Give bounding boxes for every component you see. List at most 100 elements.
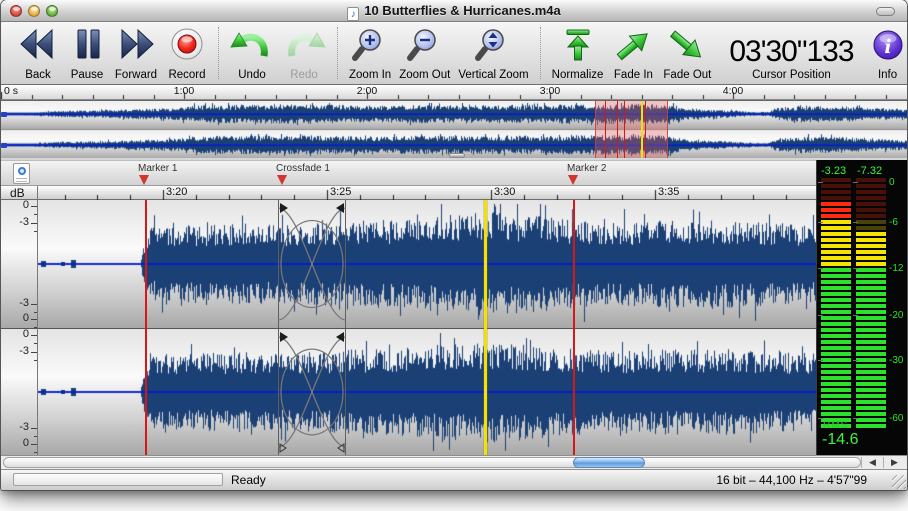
- db-scale-tick: [31, 223, 37, 224]
- title-bar[interactable]: ♪10 Butterflies & Hurricanes.m4a: [1, 0, 907, 22]
- scroll-left-arrow[interactable]: ◀: [861, 457, 883, 468]
- db-scale-minor-tick: [34, 436, 37, 437]
- meter-segment: [856, 388, 886, 392]
- meter-segment: [856, 202, 886, 206]
- cursor-position-display: 03'30"133 Cursor Position: [729, 36, 853, 81]
- meter-scale-tick: [818, 268, 823, 269]
- back-button[interactable]: Back: [11, 25, 65, 81]
- db-scale-tick: [31, 335, 37, 336]
- zoom-out-label: Zoom Out: [399, 69, 450, 81]
- time-ruler-label: 3:35: [658, 186, 679, 198]
- meter-segment: [856, 316, 886, 320]
- time-ruler-label: 3:25: [330, 186, 351, 198]
- pause-label: Pause: [71, 69, 104, 81]
- meter-segment: [856, 406, 886, 410]
- meter-segment: [856, 400, 886, 404]
- marker-triangle-icon[interactable]: [139, 175, 149, 185]
- overview-waveform[interactable]: [1, 100, 907, 158]
- crossfade-envelope[interactable]: [278, 200, 346, 455]
- meter-segment: [856, 310, 886, 314]
- vertical-zoom-icon: [473, 27, 513, 68]
- overview-ruler-label: 2:00: [353, 85, 381, 97]
- meter-scale-label: 0: [889, 177, 895, 188]
- db-scale-minor-tick: [34, 343, 37, 344]
- meter-segment: [856, 274, 886, 278]
- zoom-out-icon: [405, 27, 445, 68]
- scrollbar-thumb[interactable]: [573, 457, 645, 468]
- redo-label: Redo: [290, 69, 318, 81]
- overview-ruler-label: 4:00: [719, 85, 747, 97]
- meter-segment: [821, 340, 851, 344]
- meter-segment: [821, 322, 851, 326]
- meter-segment: [856, 364, 886, 368]
- clip-speaker-icon: [18, 167, 26, 175]
- meter-segment: [856, 298, 886, 302]
- zoom-out-button[interactable]: Zoom Out: [395, 25, 454, 81]
- scroll-right-arrow[interactable]: ▶: [883, 457, 905, 468]
- meter-segment: [821, 412, 851, 416]
- info-button[interactable]: i Info: [864, 25, 907, 81]
- meter-scale-tick: [853, 268, 858, 269]
- undo-button[interactable]: Undo: [226, 25, 278, 81]
- db-scale-minor-tick: [34, 327, 37, 328]
- peak-value-right: -7.32: [857, 165, 882, 177]
- time-ruler[interactable]: dB 3:203:253:303:35: [1, 186, 816, 200]
- toolbar-divider: [337, 27, 338, 79]
- toolbar: Back Pause ForwardRecord Undo Redo Zoom In Zoo…: [1, 22, 907, 85]
- scrollbar-track[interactable]: [3, 457, 861, 468]
- meter-segment: [821, 178, 851, 182]
- normalize-button[interactable]: Normalize: [548, 25, 608, 81]
- meter-scale-label: -60: [889, 413, 903, 424]
- overview-marker-line: [617, 101, 618, 158]
- fade-in-button[interactable]: Fade In: [607, 25, 659, 81]
- db-scale-minor-tick: [34, 214, 37, 215]
- meter-segment: [821, 232, 851, 236]
- meter-segment: [856, 268, 886, 272]
- normalize-label: Normalize: [552, 69, 604, 81]
- db-scale-tick: [31, 428, 37, 429]
- overview-waveform-canvas[interactable]: [1, 101, 907, 158]
- time-ruler-label: 3:30: [494, 186, 515, 198]
- splitter-handle[interactable]: [449, 153, 465, 158]
- channel2-waveform[interactable]: [37, 329, 816, 455]
- markers-bar[interactable]: Marker 1 Crossfade 1 Marker 2: [1, 160, 816, 186]
- fade-out-button[interactable]: Fade Out: [659, 25, 715, 81]
- marker-triangle-icon[interactable]: [277, 175, 287, 185]
- svg-text:i: i: [884, 36, 891, 58]
- vertical-zoom-button[interactable]: Vertical Zoom: [454, 25, 532, 81]
- meter-segment: [856, 208, 886, 212]
- meter-segment: [821, 244, 851, 248]
- meter-segment: [821, 292, 851, 296]
- meter-segment: [821, 274, 851, 278]
- record-button[interactable]: Record: [163, 25, 211, 81]
- meter-segment: [821, 286, 851, 290]
- meter-segment: [856, 328, 886, 332]
- meter-segment: [856, 184, 886, 188]
- cursor-position-label: Cursor Position: [752, 69, 831, 81]
- pause-button[interactable]: Pause: [65, 25, 109, 81]
- rms-label: RMS: [823, 420, 848, 431]
- forward-button[interactable]: Forward: [109, 25, 163, 81]
- channel1-waveform[interactable]: [37, 200, 816, 328]
- db-scale-tick: [31, 444, 37, 445]
- ruler-ticks: [37, 186, 816, 200]
- db-scale-minor-tick: [34, 312, 37, 313]
- horizontal-scrollbar[interactable]: ◀ ▶: [1, 455, 907, 469]
- time-ruler-label: 3:20: [166, 186, 187, 198]
- overview-time-ruler[interactable]: 0 s1:002:003:004:00: [1, 85, 907, 100]
- meter-segment: [821, 238, 851, 242]
- marker-triangle-icon[interactable]: [568, 175, 578, 185]
- meter-scale-tick: [853, 222, 858, 223]
- meter-segment: [856, 358, 886, 362]
- toolbar-toggle-button[interactable]: [876, 7, 895, 16]
- resize-grip[interactable]: [892, 475, 906, 489]
- overview-cursor-line: [641, 101, 643, 158]
- undo-icon: [230, 27, 274, 68]
- audio-clip-icon[interactable]: [13, 163, 30, 184]
- zoom-in-button[interactable]: Zoom In: [345, 25, 395, 81]
- db-scale-label: 0: [3, 328, 29, 340]
- normalize-icon: [558, 27, 598, 68]
- meter-segment: [821, 208, 851, 212]
- meter-segment: [821, 268, 851, 272]
- meter-segment: [821, 184, 851, 188]
